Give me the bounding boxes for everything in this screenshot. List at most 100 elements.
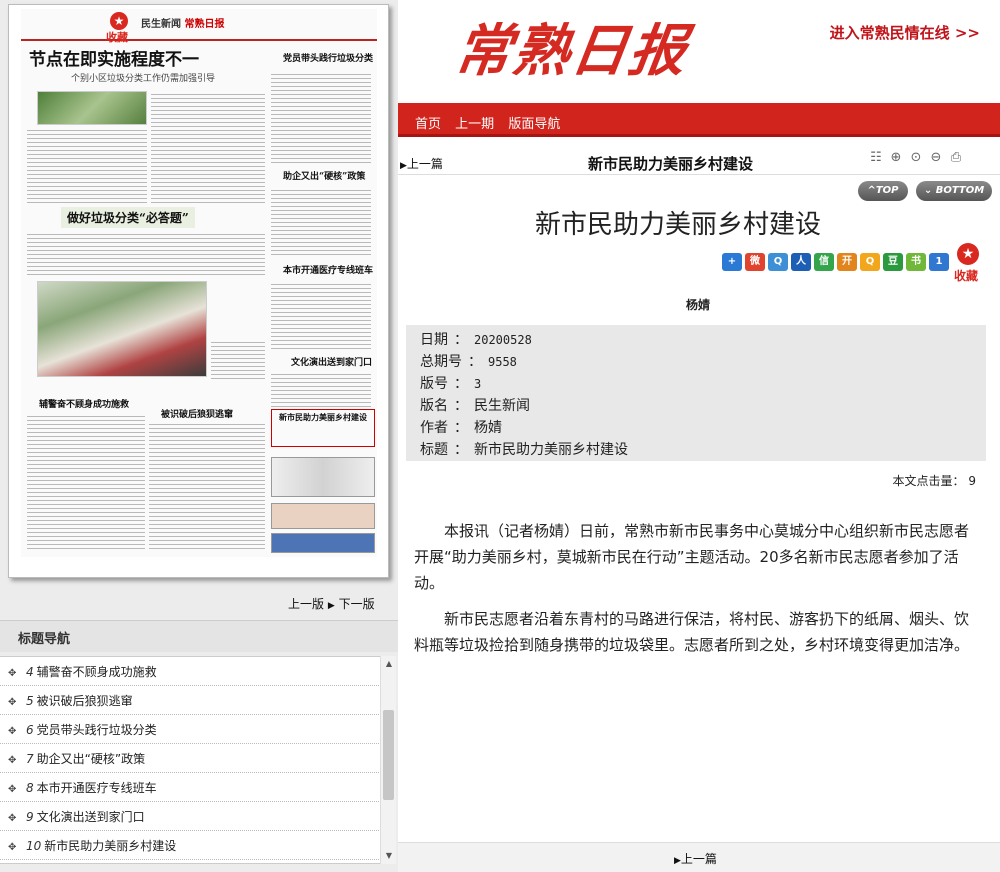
kaixin-icon[interactable]: 开 [837, 253, 857, 271]
minqing-online-link[interactable]: 进入常熟民情在线 >> [830, 22, 980, 43]
boxed-headline: 新市民助力美丽乡村建设 [279, 412, 367, 422]
page-headline: 节点在即实施程度不一 [29, 50, 199, 70]
zoom-in-icon[interactable]: ⊕ [888, 150, 904, 166]
nav-item-number: 10 [26, 839, 42, 853]
article-meta-box: 日期： 20200528 总期号： 9558 版号： 3 版名：民生新闻 作者：杨婧 … [406, 325, 986, 461]
title-nav-item[interactable]: ✥ 6 党员带头践行垃圾分类 [0, 715, 395, 744]
nav-item-number: 4 [26, 665, 34, 679]
meta-row-date: 日期 ： 20200528 [420, 329, 986, 351]
side-headline-3: 本市开通医疗专线班车 [283, 266, 374, 276]
nav-home[interactable]: 首页 [415, 113, 441, 132]
scroll-up-arrow-icon[interactable]: ▲ [381, 656, 397, 672]
news-photo-main [37, 281, 207, 377]
newspaper-logo[interactable]: 常熟日报 [450, 6, 693, 87]
title-nav-item[interactable]: ✥ 7 助企又出“硬核”政策 [0, 744, 395, 773]
scroll-top-button[interactable]: ^TOP [858, 181, 908, 201]
scroll-thumb[interactable] [383, 710, 394, 800]
meta-row-title: 标题 ： 新市民助力美丽乡村建设 [420, 439, 986, 461]
baidu-icon[interactable]: 1 [929, 253, 949, 271]
title-nav-item[interactable]: ✥ 4 辅警奋不顾身成功施救 [0, 657, 395, 686]
left-panel: ★ 收藏 民生新闻 常熟日报 节点在即实施程度不一 个别小区垃圾分类工作仍需加强… [0, 0, 398, 872]
renren-icon[interactable]: 人 [791, 253, 811, 271]
article-text-block [271, 281, 371, 349]
nav-item-label: 本市开通医疗专线班车 [36, 781, 157, 795]
article-text-block [27, 127, 147, 203]
prev-page-link[interactable]: 上一版 [288, 597, 324, 611]
click-count: 本文点击量： 9 [893, 472, 976, 489]
nav-item-number: 7 [26, 752, 34, 766]
favorite-button[interactable]: ★ 收藏 [954, 243, 984, 283]
diamond-bullet-icon: ✥ [8, 813, 17, 824]
click-count-value: 9 [968, 474, 976, 488]
newspaper-header: 民生新闻 常熟日报 [141, 15, 224, 30]
meta-separator: ： [454, 332, 468, 348]
chevron-down-icon: ⌄ [923, 185, 936, 196]
prev-article-link[interactable]: ▶上一篇 [400, 155, 443, 172]
title-nav-item[interactable]: ✥ 8 本市开通医疗专线班车 [0, 773, 395, 802]
meta-value: 杨婧 [474, 420, 502, 436]
title-nav-item[interactable]: ✥ 9 文化演出送到家门口 [0, 802, 395, 831]
diamond-bullet-icon: ✥ [8, 784, 17, 795]
tool-icons: ☷ ⊕ ⊙ ⊖ ⎙ [868, 150, 964, 166]
nav-item-number: 9 [26, 810, 34, 824]
douban-icon[interactable]: 豆 [883, 253, 903, 271]
arrow-right-icon: ▶ [400, 161, 407, 171]
side-headline-4: 文化演出送到家门口 [291, 358, 373, 368]
print-icon[interactable]: ⎙ [948, 150, 964, 166]
diamond-bullet-icon: ✥ [8, 726, 17, 737]
meta-label: 版号 [420, 376, 448, 392]
add-share-icon[interactable]: + [722, 253, 742, 271]
favorite-label: 收藏 [106, 31, 128, 44]
meta-separator: ： [454, 376, 468, 392]
meta-label: 日期 [420, 332, 448, 348]
main-navbar: 首页 上一期 版面导航 [398, 103, 1000, 137]
meta-separator: ： [454, 398, 468, 414]
favorite-label: 收藏 [954, 269, 979, 283]
pager-separator: ▶ [327, 601, 335, 611]
next-page-link[interactable]: 下一版 [339, 597, 375, 611]
bookmark-icon[interactable]: 书 [906, 253, 926, 271]
newspaper-page-image[interactable]: ★ 收藏 民生新闻 常熟日报 节点在即实施程度不一 个别小区垃圾分类工作仍需加强… [21, 9, 377, 557]
current-article-highlight[interactable]: 新市民助力美丽乡村建设 [271, 409, 375, 447]
article-text-block [271, 371, 371, 409]
nav-item-label: 助企又出“硬核”政策 [36, 752, 146, 766]
title-nav-list: ✥ 4 辅警奋不顾身成功施救 ✥ 5 被识破后狼狈逃窜 ✥ 6 党员带头践行垃圾分类 ✥ 7 助… [0, 656, 396, 864]
qzone-icon[interactable]: Q [768, 253, 788, 271]
article-paragraph: 本报讯（记者杨婧）日前，常熟市新市民事务中心莫城分中心组织新市民志愿者开展“助力… [414, 522, 970, 592]
article-author: 杨婧 [685, 298, 710, 312]
zoom-reset-icon[interactable]: ⊙ [908, 150, 924, 166]
title-nav-item[interactable]: ✥ 5 被识破后狼狈逃窜 [0, 686, 395, 715]
meta-label: 版名 [420, 398, 448, 414]
article-text-block [149, 421, 265, 549]
meta-separator: ： [468, 354, 482, 370]
wechat-icon[interactable]: 信 [814, 253, 834, 271]
nav-item-label: 辅警奋不顾身成功施救 [36, 665, 157, 679]
weibo-icon[interactable]: 微 [745, 253, 765, 271]
newspaper-page-thumbnail[interactable]: ★ 收藏 民生新闻 常熟日报 节点在即实施程度不一 个别小区垃圾分类工作仍需加强… [8, 4, 389, 578]
nav-layout-navigation[interactable]: 版面导航 [508, 113, 560, 132]
article-body: 本报讯（记者杨婧）日前，常熟市新市民事务中心莫城分中心组织新市民志愿者开展“助力… [414, 518, 980, 668]
scroll-down-arrow-icon[interactable]: ▼ [381, 848, 397, 864]
article-title: 新市民助力美丽乡村建设 [534, 210, 821, 240]
nav-scrollbar[interactable]: ▲ ▼ [380, 656, 396, 864]
nav-item-number: 8 [26, 781, 34, 795]
bottom-label: BOTTOM [935, 185, 985, 196]
article-text-block [27, 413, 145, 549]
document-icon[interactable]: ☷ [868, 150, 884, 166]
meta-value: 民生新闻 [474, 398, 530, 414]
qq-icon[interactable]: Q [860, 253, 880, 271]
toolbar-title: 新市民助力美丽乡村建设 [588, 155, 754, 173]
meta-separator: ： [454, 420, 468, 436]
arrow-right-icon: ▶ [674, 856, 681, 866]
scroll-bottom-button[interactable]: ⌄ BOTTOM [916, 181, 992, 201]
share-bar: + 微 Q 人信开 Q 豆书 1 [722, 253, 949, 271]
prev-article-link-bottom[interactable]: ▶上一篇 [674, 850, 717, 867]
nav-previous-issue[interactable]: 上一期 [455, 113, 494, 132]
zoom-out-icon[interactable]: ⊖ [928, 150, 944, 166]
news-photo-top [37, 91, 147, 125]
nav-item-label: 被识破后狼狈逃窜 [36, 694, 133, 708]
title-nav-item[interactable]: ✥ 10 新市民助力美丽乡村建设 [0, 831, 395, 860]
article-text-block [27, 231, 265, 277]
article-text-block [151, 91, 265, 203]
favorite-badge[interactable]: ★ 收藏 [105, 12, 139, 44]
